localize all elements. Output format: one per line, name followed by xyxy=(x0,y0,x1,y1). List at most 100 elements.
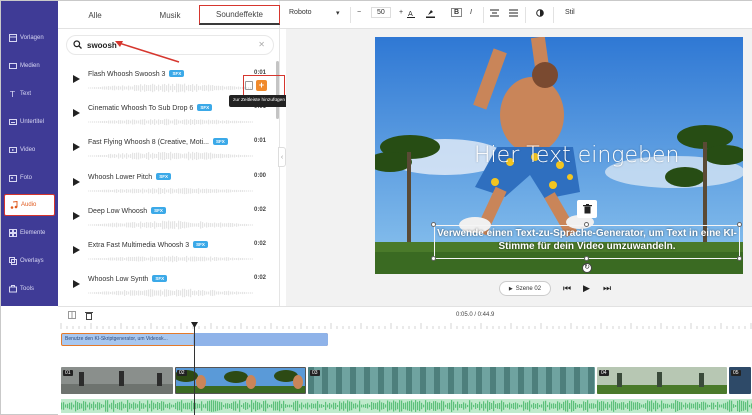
nav-item-video[interactable]: Video xyxy=(4,139,55,161)
rotate-icon[interactable]: ↻ xyxy=(582,263,592,273)
text-track-clip-selected[interactable] xyxy=(193,333,328,346)
nav-item-medien[interactable]: Medien xyxy=(4,55,55,77)
play-icon[interactable] xyxy=(73,75,80,83)
sound-title-text: Fast Flying Whoosh 8 (Creative, Moti... xyxy=(88,139,209,147)
play-icon[interactable]: ▶ xyxy=(583,283,590,294)
nav-item-elemente[interactable]: Elemente xyxy=(4,222,55,244)
scene-clip-03[interactable] xyxy=(308,367,595,394)
collapse-panel-button[interactable]: ‹ xyxy=(278,147,286,167)
tooltip: zur Zeitleiste hinzufügen xyxy=(229,95,289,107)
text-icon: T xyxy=(8,90,17,99)
chevron-down-icon[interactable]: ▾ xyxy=(336,9,340,17)
play-icon[interactable] xyxy=(73,211,80,220)
style-button[interactable]: Stil xyxy=(565,9,575,16)
font-size-input[interactable]: 50 xyxy=(371,7,391,18)
sound-duration: 0:00 xyxy=(254,172,267,179)
nav-item-vorlagen[interactable]: Vorlagen xyxy=(4,27,55,49)
scene-clip-01[interactable] xyxy=(61,367,173,394)
copy-icon[interactable] xyxy=(245,81,253,90)
clear-search-icon[interactable]: ✕ xyxy=(258,40,265,49)
align-icon[interactable] xyxy=(490,9,499,19)
app-window: Vorlagen Medien T Text Untertitel Video … xyxy=(0,0,752,415)
sound-waveform xyxy=(88,187,253,194)
nav-item-untertitel[interactable]: Untertitel xyxy=(4,111,55,133)
layout-icon xyxy=(8,34,17,43)
play-small-icon: ▶ xyxy=(508,285,513,292)
sound-duration: 0:01 xyxy=(254,138,267,145)
nav-item-text[interactable]: T Text xyxy=(4,83,55,105)
sound-title: Whoosh Low Synth SFX xyxy=(88,275,168,283)
resize-handle[interactable] xyxy=(584,256,589,261)
sound-title: Flash Whoosh Swoosh 3 SFX xyxy=(88,70,185,78)
delete-icon[interactable] xyxy=(85,311,93,322)
list-icon[interactable] xyxy=(509,9,518,19)
sfx-badge: SFX xyxy=(212,138,228,146)
sound-title-text: Flash Whoosh Swoosh 3 xyxy=(88,71,166,78)
highlight-color-icon[interactable] xyxy=(426,9,435,20)
headline-text[interactable]: Hier Text eingeben xyxy=(474,143,680,168)
sound-duration: 0:02 xyxy=(254,241,267,247)
nav-item-foto[interactable]: Foto xyxy=(4,167,55,189)
play-icon[interactable] xyxy=(73,246,80,254)
text-track-label: Benutze den KI-Skriptgenerator, um Video… xyxy=(65,336,168,342)
skip-forward-icon[interactable]: ⏭ xyxy=(603,283,611,294)
divider xyxy=(525,7,526,23)
sound-item[interactable]: Extra Fast Multimedia Whoosh 3 SFX 0:02 xyxy=(58,238,280,272)
nav-label: Video xyxy=(20,147,36,153)
playhead[interactable] xyxy=(194,323,195,415)
sound-item[interactable]: Whoosh Low Synth SFX 0:02 xyxy=(58,272,280,306)
sound-waveform xyxy=(88,152,253,161)
nav-item-audio[interactable]: Audio xyxy=(4,194,55,216)
audio-track[interactable] xyxy=(61,399,752,413)
resize-handle[interactable] xyxy=(431,222,436,227)
font-select[interactable]: Roboto xyxy=(289,9,312,16)
sfx-badge: SFX xyxy=(197,104,213,112)
sound-item[interactable]: Fast Flying Whoosh 8 (Creative, Moti... S… xyxy=(58,135,280,169)
nav-label: Vorlagen xyxy=(20,35,44,41)
split-icon[interactable] xyxy=(68,311,76,321)
sfx-badge: SFX xyxy=(169,70,185,77)
tab-alle[interactable]: Alle xyxy=(80,5,110,25)
resize-handle[interactable] xyxy=(737,256,742,261)
opacity-icon[interactable] xyxy=(536,9,544,19)
text-color-icon[interactable]: A xyxy=(407,9,415,20)
resize-handle[interactable] xyxy=(737,222,742,227)
skip-back-icon[interactable]: ⏮ xyxy=(563,283,571,294)
sound-title: Fast Flying Whoosh 8 (Creative, Moti... S… xyxy=(88,138,228,146)
play-icon[interactable] xyxy=(73,280,80,289)
resize-handle[interactable] xyxy=(584,222,589,227)
nav-item-tools[interactable]: Tools xyxy=(4,278,55,300)
play-icon[interactable] xyxy=(73,177,80,186)
sound-waveform xyxy=(88,220,253,230)
font-size-decrease-button[interactable]: − xyxy=(357,9,361,16)
overlays-icon xyxy=(8,257,17,266)
add-to-timeline-button[interactable]: + xyxy=(256,80,267,91)
play-icon[interactable] xyxy=(73,143,80,152)
sfx-badge: SFX xyxy=(152,275,168,283)
time-display: 0:05.0 / 0:44.9 xyxy=(456,312,495,318)
nav-label: Text xyxy=(20,91,32,97)
font-size-increase-button[interactable]: + xyxy=(399,9,403,16)
divider xyxy=(350,7,351,23)
scene-number: 04 xyxy=(599,370,609,376)
nav-label: Untertitel xyxy=(20,119,45,125)
annotation-arrow xyxy=(115,41,180,63)
subtitle-text[interactable]: Verwende einen Text-zu-Sprache-Generator… xyxy=(434,227,740,253)
play-icon[interactable] xyxy=(73,109,80,118)
resize-handle[interactable] xyxy=(431,256,436,261)
tab-soundeffekte[interactable]: Soundeffekte xyxy=(199,5,280,25)
tab-musik[interactable]: Musik xyxy=(152,5,188,25)
sound-item[interactable]: Whoosh Lower Pitch SFX 0:00 xyxy=(58,170,280,204)
elements-icon xyxy=(8,229,17,238)
italic-button[interactable]: I xyxy=(470,9,472,16)
scene-selector[interactable]: ▶ Szene 02 xyxy=(499,281,551,296)
left-sidebar: Vorlagen Medien T Text Untertitel Video … xyxy=(1,1,58,306)
nav-item-overlays[interactable]: Overlays xyxy=(4,250,55,272)
scene-clip-04[interactable] xyxy=(597,367,727,394)
bold-button[interactable]: B xyxy=(451,8,463,17)
sound-item[interactable]: Deep Low Whoosh SFX 0:02 xyxy=(58,204,280,238)
audio-waveform xyxy=(61,400,752,412)
trash-icon[interactable] xyxy=(577,200,597,218)
nav-label: Medien xyxy=(20,63,40,69)
sound-title-text: Extra Fast Multimedia Whoosh 3 xyxy=(88,242,190,249)
